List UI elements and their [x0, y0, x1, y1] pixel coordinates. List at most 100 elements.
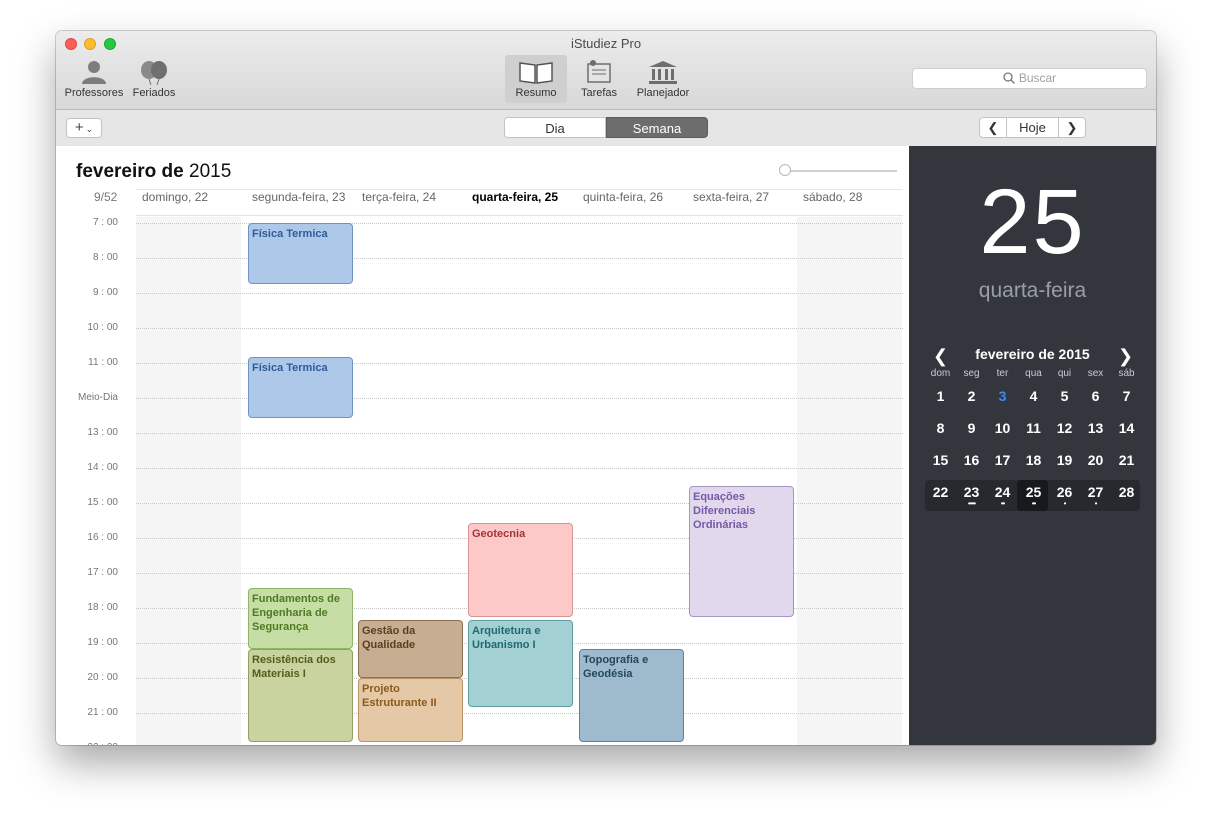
day-column-header[interactable]: terça-feira, 24 — [362, 190, 436, 204]
class-event[interactable]: Arquitetura e Urbanismo I — [468, 619, 573, 708]
class-event[interactable]: Física Termica — [248, 223, 353, 285]
month-year: 2015 — [189, 161, 232, 182]
toolbar-resumo-label: Resumo — [515, 87, 557, 99]
zoom-slider-knob[interactable] — [779, 164, 791, 176]
hour-label: 10 : 00 — [87, 322, 118, 333]
hour-label: 19 : 00 — [87, 637, 118, 648]
mini-calendar-day[interactable]: 19 — [1049, 452, 1080, 468]
holidays-icon — [141, 61, 167, 85]
toolbar-tarefas[interactable]: Tarefas — [572, 55, 626, 103]
mini-calendar-day[interactable]: 16 — [956, 452, 987, 468]
class-event[interactable]: Projeto Estruturante II — [358, 678, 463, 743]
month-title: fevereiro de 2015 — [76, 161, 231, 183]
previous-week-button[interactable]: ❮ — [979, 117, 1007, 138]
tab-dia[interactable]: Dia — [504, 117, 606, 138]
mini-calendar-day[interactable]: 4 — [1018, 388, 1049, 404]
mini-calendar-day[interactable]: 17 — [987, 452, 1018, 468]
mini-calendar-day[interactable]: 25 — [1018, 484, 1049, 500]
header-divider — [136, 215, 903, 216]
class-event[interactable]: Fundamentos de Engenharia de Segurança — [248, 587, 353, 649]
toolbar-professores-label: Professores — [64, 87, 124, 99]
event-dots-indicator: •• — [1000, 499, 1006, 508]
mini-calendar-day[interactable]: 8 — [925, 420, 956, 436]
toolbar-professores[interactable]: Professores — [62, 55, 126, 103]
mini-calendar-day[interactable]: 21 — [1111, 452, 1142, 468]
search-icon — [1003, 72, 1015, 84]
hour-gridline — [136, 433, 903, 434]
day-column-header[interactable]: sábado, 28 — [803, 190, 862, 204]
mini-calendar-day[interactable]: 10 — [987, 420, 1018, 436]
day-column-header[interactable]: sexta-feira, 27 — [693, 190, 769, 204]
month-name: fevereiro de — [76, 161, 184, 182]
mini-calendar-day[interactable]: 1 — [925, 388, 956, 404]
mini-calendar-day[interactable]: 27 — [1080, 484, 1111, 500]
day-column-header[interactable]: domingo, 22 — [142, 190, 208, 204]
mini-calendar-day[interactable]: 20 — [1080, 452, 1111, 468]
hour-gridline — [136, 468, 903, 469]
window-title: iStudiez Pro — [570, 36, 642, 51]
mini-calendar-day[interactable]: 24 — [987, 484, 1018, 500]
mini-calendar-day[interactable]: 11 — [1018, 420, 1049, 436]
toolbar-resumo[interactable]: Resumo — [505, 55, 567, 103]
mini-calendar-day[interactable]: 12 — [1049, 420, 1080, 436]
hour-label: Meio-Dia — [77, 392, 118, 403]
add-button[interactable]: + ⌄ — [66, 118, 102, 138]
class-event[interactable]: Resistência dos Materiais I — [248, 648, 353, 743]
zoom-slider-track[interactable] — [785, 170, 897, 172]
class-event[interactable]: Gestão da Qualidade — [358, 619, 463, 678]
hour-label: 18 : 00 — [87, 602, 118, 613]
class-event[interactable]: Física Termica — [248, 357, 353, 419]
add-label: + — [74, 119, 84, 136]
class-event[interactable]: Topografia e Geodésia — [579, 648, 684, 743]
hour-label: 17 : 00 — [87, 567, 118, 578]
person-icon — [82, 61, 106, 84]
mini-calendar-day[interactable]: 3 — [987, 388, 1018, 404]
weekend-column-bg — [136, 217, 241, 745]
mini-calendar-day[interactable]: 22 — [925, 484, 956, 500]
mini-calendar-day[interactable]: 23 — [956, 484, 987, 500]
day-column-header[interactable]: quarta-feira, 25 — [472, 190, 558, 204]
hour-label: 15 : 00 — [87, 497, 118, 508]
mini-calendar-next-button[interactable]: ❯ — [1118, 346, 1133, 367]
mini-calendar-day[interactable]: 14 — [1111, 420, 1142, 436]
search-field[interactable]: Buscar — [912, 68, 1147, 89]
toolbar-feriados[interactable]: Feriados — [128, 55, 180, 103]
hour-label: 13 : 00 — [87, 427, 118, 438]
mini-calendar-day[interactable]: 2 — [956, 388, 987, 404]
week-calendar: fevereiro de 2015 9/52 domingo, 22 segund… — [56, 146, 909, 745]
mini-calendar-weekday: sex — [1087, 368, 1104, 379]
toolbar-planejador-label: Planejador — [636, 87, 690, 99]
selected-day-number: 25 — [979, 171, 1086, 273]
day-column-header[interactable]: quinta-feira, 26 — [583, 190, 663, 204]
chevron-down-icon: ⌄ — [85, 124, 94, 134]
today-button[interactable]: Hoje — [1006, 117, 1059, 138]
tab-semana[interactable]: Semana — [606, 117, 708, 138]
mini-calendar-day[interactable]: 18 — [1018, 452, 1049, 468]
tasks-icon — [587, 60, 611, 83]
mini-calendar-day[interactable]: 26 — [1049, 484, 1080, 500]
class-event[interactable]: Equações Diferenciais Ordinárias — [689, 485, 794, 617]
hour-label: 14 : 00 — [87, 462, 118, 473]
chevron-right-icon: ❯ — [1066, 120, 1078, 135]
mini-calendar-day[interactable]: 6 — [1080, 388, 1111, 404]
toolbar-planejador[interactable]: Planejador — [630, 55, 696, 103]
mini-calendar-day[interactable]: 28 — [1111, 484, 1142, 500]
event-dots-indicator: • — [1063, 499, 1067, 508]
chevron-left-icon: ❮ — [987, 120, 999, 135]
mini-calendar-day[interactable]: 5 — [1049, 388, 1080, 404]
mini-calendar-day[interactable]: 13 — [1080, 420, 1111, 436]
mini-calendar-day[interactable]: 7 — [1111, 388, 1142, 404]
mini-calendar-day[interactable]: 9 — [956, 420, 987, 436]
hour-gridline — [136, 293, 903, 294]
mini-calendar-day[interactable]: 15 — [925, 452, 956, 468]
hour-label: 20 : 00 — [87, 672, 118, 683]
mini-calendar-weekday: sáb — [1118, 368, 1135, 379]
hour-label: 9 : 00 — [92, 287, 118, 298]
next-week-button[interactable]: ❯ — [1058, 117, 1086, 138]
mini-calendar-weekday: ter — [996, 368, 1009, 379]
book-icon — [519, 62, 553, 84]
class-event[interactable]: Geotecnia — [468, 523, 573, 617]
mini-calendar-weekday: dom — [930, 368, 951, 379]
view-bar: + ⌄ Dia Semana ❮ Hoje ❯ — [56, 110, 1156, 147]
day-column-header[interactable]: segunda-feira, 23 — [252, 190, 345, 204]
